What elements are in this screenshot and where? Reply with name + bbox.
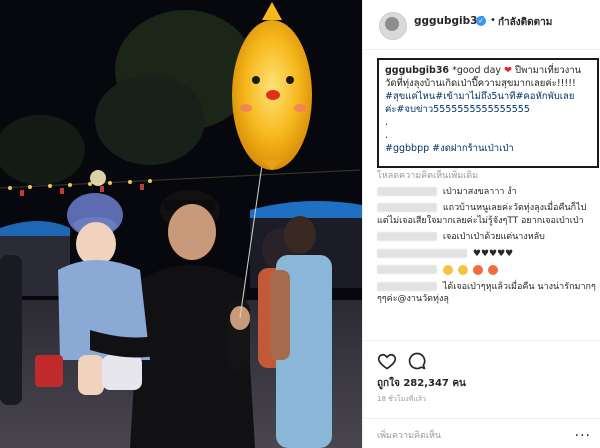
- header-username[interactable]: gggubgib36: [414, 15, 485, 27]
- heart-eyes-emoji-icon: [472, 264, 483, 275]
- grin-emoji-icon: [442, 264, 453, 275]
- heart-eyes-emoji-icon: [487, 264, 498, 275]
- comment-item: [377, 264, 597, 277]
- comments-list: โหลดความคิดเห็นเพิ่มเติม เป่ามาสงขลาาา ง…: [377, 170, 597, 310]
- avatar[interactable]: [379, 12, 407, 40]
- following-button[interactable]: กำลังติดตาม: [498, 15, 552, 30]
- post-photo[interactable]: [0, 0, 362, 448]
- caption-dot-2: .: [385, 130, 389, 141]
- caption-username[interactable]: gggubgib36: [385, 65, 449, 76]
- comment-item: ♥♥♥♥♥: [377, 248, 597, 261]
- post-actions: ถูกใจ 282,347 คน 18 ชั่วโมงที่แล้ว: [363, 340, 600, 410]
- blurred-username: [377, 203, 437, 212]
- caption-dot-1: .: [385, 117, 389, 128]
- comment-bubble-icon[interactable]: [407, 351, 427, 371]
- blurred-username: [377, 265, 437, 274]
- add-comment-bar: เพิ่มความคิดเห็น ...: [363, 418, 600, 448]
- comment-text: ♥♥♥♥♥: [472, 248, 514, 259]
- likes-count[interactable]: ถูกใจ 282,347 คน: [377, 376, 466, 391]
- post-header: gggubgib36 ✓ • กำลังติดตาม: [363, 0, 600, 50]
- comment-item: ได้เจอเป่าๆหุแล้วเมื่อคืน นางน่ารักมากๆๆ…: [377, 281, 597, 306]
- comment-text: เป่ามาสงขลาาา งำ: [442, 186, 517, 197]
- load-more-comments-link[interactable]: โหลดความคิดเห็นเพิ่มเติม: [377, 170, 597, 183]
- post-side-panel: gggubgib36 ✓ • กำลังติดตาม gggubgib36 *g…: [362, 0, 600, 448]
- red-heart-emoji-icon: ❤: [504, 65, 513, 76]
- add-comment-input[interactable]: เพิ่มความคิดเห็น: [377, 428, 441, 442]
- night-fair-photo: [0, 0, 362, 448]
- comment-item: แถวบ้านหนูเลยค่ะวัดทุ่งลุงเมื่อคืนก็ไปแต…: [377, 202, 597, 227]
- post-timestamp: 18 ชั่วโมงที่แล้ว: [377, 395, 426, 403]
- blurred-username: [377, 281, 437, 291]
- comment-text: เจอเป่าเป่าด้วยแต่นางหลับ: [442, 232, 545, 242]
- more-options-icon[interactable]: ...: [575, 424, 591, 440]
- caption-text-1: *good day: [452, 65, 502, 76]
- separator-dot: •: [490, 15, 496, 26]
- comment-item: เจอเป่าเป่าด้วยแต่นางหลับ: [377, 231, 597, 244]
- caption-box: gggubgib36 *good day ❤ ปีพามาเที่ยวงานวั…: [377, 58, 599, 168]
- comment-item: เป่ามาสงขลาาา งำ: [377, 186, 597, 199]
- caption-hashtags-1[interactable]: #สุขแค่ไหน#เข้ามาไม่ถึง5นาที#คอหักพับเลย…: [385, 91, 574, 115]
- blurred-username: [377, 186, 437, 196]
- grin-emoji-icon: [457, 264, 468, 275]
- blurred-username: [377, 248, 467, 258]
- verified-badge-icon: ✓: [476, 16, 486, 26]
- blurred-username: [377, 232, 437, 241]
- like-heart-icon[interactable]: [377, 351, 397, 371]
- caption-hashtags-2[interactable]: #ggbbpp #งดฝากร้านเป่าเป่า: [385, 143, 514, 154]
